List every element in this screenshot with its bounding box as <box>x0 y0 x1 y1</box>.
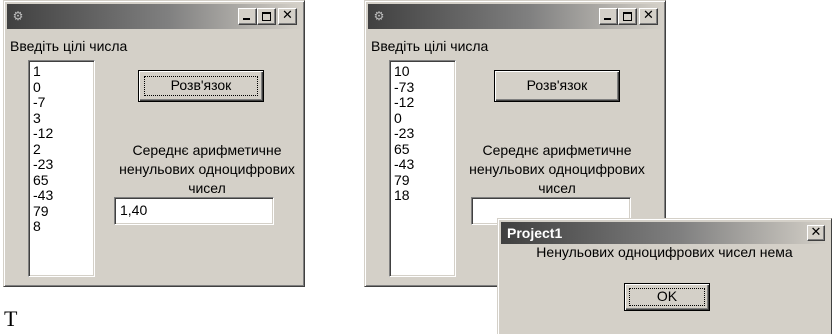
minimize-icon <box>604 18 611 20</box>
maximize-button[interactable] <box>257 8 276 25</box>
solve-button-label: Розв'язок <box>170 77 232 93</box>
list-item[interactable]: -12 <box>33 125 94 142</box>
list-item[interactable]: -12 <box>394 94 455 111</box>
close-icon: ✕ <box>643 8 654 23</box>
maximize-icon <box>262 12 271 21</box>
close-button[interactable]: ✕ <box>278 8 297 25</box>
list-item[interactable]: -23 <box>394 125 455 142</box>
list-item[interactable]: -23 <box>33 156 94 173</box>
minimize-icon <box>243 18 250 20</box>
app-icon[interactable]: ⚙ <box>10 8 26 24</box>
solve-button[interactable]: Розв'язок <box>494 70 620 102</box>
message-dialog: Project1 ✕ Ненульових одноцифрових чисел… <box>497 218 832 334</box>
list-item[interactable]: 18 <box>394 187 455 204</box>
minimize-button[interactable] <box>238 8 257 25</box>
dialog-message: Ненульових одноцифрових чисел нема <box>536 244 793 260</box>
list-item[interactable]: -43 <box>33 187 94 204</box>
dialog-close-button[interactable]: ✕ <box>807 225 825 241</box>
list-item[interactable]: 65 <box>33 172 94 189</box>
list-item[interactable]: 79 <box>394 172 455 189</box>
list-item[interactable]: 79 <box>33 203 94 220</box>
list-item[interactable]: -43 <box>394 156 455 173</box>
page-text-fragment: Т <box>4 306 18 331</box>
app-window-left: ⚙ ✕ Введіть цілі числа 1 0 -7 3 -12 2 -23 65 -43… <box>3 0 305 287</box>
result-caption: Середнє арифметичне ненульових одноцифро… <box>119 142 295 196</box>
result-field[interactable]: 1,40 <box>114 197 274 225</box>
list-item[interactable]: 0 <box>394 110 455 127</box>
solve-button[interactable]: Розв'язок <box>138 70 264 102</box>
list-item[interactable]: 0 <box>33 79 94 96</box>
list-item[interactable]: 1 <box>33 63 94 80</box>
maximize-button[interactable] <box>618 8 637 25</box>
numbers-listbox[interactable]: 10 -73 -12 0 -23 65 -43 79 18 <box>389 60 456 277</box>
numbers-listbox[interactable]: 1 0 -7 3 -12 2 -23 65 -43 79 8 <box>28 60 95 277</box>
list-item[interactable]: 3 <box>33 110 94 127</box>
app-icon[interactable]: ⚙ <box>371 8 387 24</box>
result-caption: Середнє арифметичне ненульових одноцифро… <box>469 142 645 196</box>
list-item[interactable]: 65 <box>394 141 455 158</box>
input-prompt-label: Введіть цілі числа <box>371 38 489 54</box>
input-prompt-label: Введіть цілі числа <box>10 38 128 54</box>
list-item[interactable]: 10 <box>394 63 455 80</box>
close-icon: ✕ <box>282 8 293 23</box>
dialog-title-bar[interactable]: Project1 ✕ <box>501 222 828 244</box>
title-bar[interactable]: ⚙ ✕ <box>7 4 301 29</box>
close-button[interactable]: ✕ <box>639 8 658 25</box>
list-item[interactable]: -7 <box>33 94 94 111</box>
maximize-icon <box>623 12 632 21</box>
title-bar[interactable]: ⚙ ✕ <box>368 4 662 29</box>
list-item[interactable]: -73 <box>394 79 455 96</box>
ok-button[interactable]: OK <box>624 283 710 311</box>
list-item[interactable]: 2 <box>33 141 94 158</box>
solve-button-label: Розв'язок <box>526 77 588 93</box>
list-item[interactable]: 8 <box>33 218 94 235</box>
dialog-title: Project1 <box>507 225 563 241</box>
minimize-button[interactable] <box>599 8 618 25</box>
close-icon: ✕ <box>810 225 822 240</box>
ok-button-label: OK <box>656 288 678 304</box>
